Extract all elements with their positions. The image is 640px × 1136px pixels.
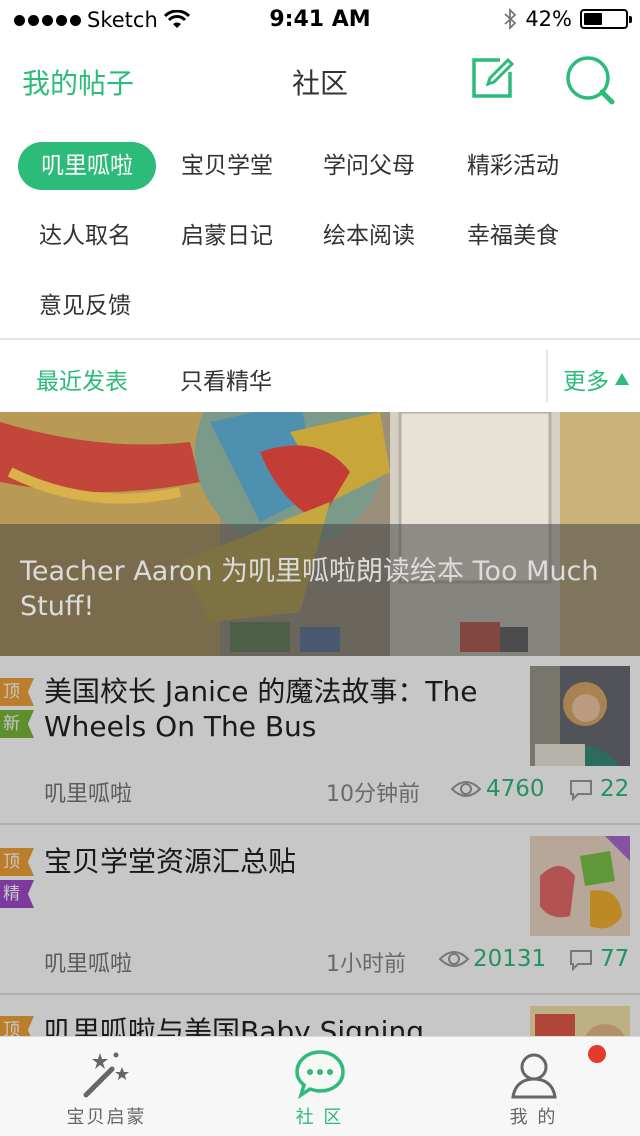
notification-dot bbox=[588, 1045, 606, 1063]
filter-featured[interactable]: 只看精华 bbox=[180, 362, 272, 396]
status-right: 42% bbox=[503, 7, 632, 31]
badge-pinned: 顶 bbox=[0, 848, 34, 876]
post-views: 20131 bbox=[473, 946, 547, 972]
nav-bar: 我的帖子 社区 bbox=[0, 40, 640, 122]
search-icon[interactable] bbox=[564, 54, 616, 106]
post-title: 叽里呱啦与美国Baby Signing bbox=[44, 1015, 424, 1036]
badge-featured: 精 bbox=[0, 880, 34, 908]
tag-diary[interactable]: 启蒙日记 bbox=[158, 212, 296, 260]
filter-bar: 最近发表 只看精华 更多 bbox=[0, 340, 640, 412]
tag-food[interactable]: 幸福美食 bbox=[444, 212, 582, 260]
post-thumbnail bbox=[530, 1006, 630, 1036]
compose-icon[interactable] bbox=[470, 54, 514, 100]
banner-caption: Teacher Aaron 为叽里呱啦朗读绘本 Too Much Stuff! bbox=[20, 556, 599, 622]
battery-percent: 42% bbox=[525, 7, 572, 31]
post-comments: 77 bbox=[600, 946, 630, 972]
post-time: 10分钟前 bbox=[326, 782, 420, 807]
badge-new: 新 bbox=[0, 710, 34, 738]
comments-icon bbox=[570, 950, 592, 972]
battery-icon bbox=[580, 9, 632, 29]
tag-baby-school[interactable]: 宝贝学堂 bbox=[158, 142, 296, 190]
post-thumbnail bbox=[530, 836, 630, 936]
views-icon bbox=[450, 781, 482, 797]
badge-pinned: 顶 bbox=[0, 1016, 34, 1036]
post-views: 4760 bbox=[486, 776, 545, 802]
tab-baby-enlightenment[interactable]: 宝贝启蒙 bbox=[0, 1037, 213, 1136]
filter-recent[interactable]: 最近发表 bbox=[36, 362, 128, 396]
tab-me[interactable]: 我 的 bbox=[427, 1037, 640, 1136]
post-title: 宝贝学堂资源汇总贴 bbox=[44, 845, 297, 878]
filter-separator bbox=[546, 350, 548, 402]
badge-pinned: 顶 bbox=[0, 678, 34, 706]
tag-picture-books[interactable]: 绘本阅读 bbox=[300, 212, 438, 260]
post-comments: 22 bbox=[600, 776, 630, 802]
post-author: 叽里呱啦 bbox=[44, 782, 133, 807]
triangle-up-icon bbox=[615, 373, 629, 385]
post-feed: 顶 新 美国校长 Janice 的魔法故事：The Wheels On The … bbox=[0, 656, 640, 1036]
post-author: 叽里呱啦 bbox=[44, 952, 133, 977]
row-divider bbox=[0, 993, 640, 995]
tag-jiliguala[interactable]: 叽里呱啦 bbox=[18, 142, 156, 190]
banner[interactable]: Teacher Aaron 为叽里呱啦朗读绘本 Too Much Stuff! bbox=[0, 412, 640, 656]
tag-activities[interactable]: 精彩活动 bbox=[444, 142, 582, 190]
bluetooth-icon bbox=[504, 8, 517, 30]
more-label: 更多 bbox=[563, 369, 609, 395]
post-item[interactable]: 顶 新 美国校长 Janice 的魔法故事：The Wheels On The … bbox=[0, 656, 640, 826]
post-time: 1小时前 bbox=[326, 952, 406, 977]
tab-label: 宝贝启蒙 bbox=[66, 1107, 147, 1128]
post-item[interactable]: 顶 精 宝贝学堂资源汇总贴 叽里呱啦 1小时前 20131 77 bbox=[0, 826, 640, 996]
tab-label: 社 区 bbox=[295, 1107, 344, 1128]
comments-icon bbox=[570, 780, 592, 802]
status-bar: Sketch 9:41 AM 42% bbox=[0, 0, 640, 40]
post-item[interactable]: 顶 叽里呱啦与美国Baby Signing bbox=[0, 996, 640, 1036]
post-thumbnail bbox=[530, 666, 630, 766]
tag-naming[interactable]: 达人取名 bbox=[16, 212, 154, 260]
tab-bar: 宝贝启蒙 社 区 我 的 bbox=[0, 1036, 640, 1136]
tab-label: 我 的 bbox=[509, 1107, 558, 1128]
chat-bubble-icon bbox=[294, 1050, 345, 1100]
more-button[interactable]: 更多 bbox=[563, 362, 629, 396]
views-icon bbox=[438, 951, 470, 967]
tab-community[interactable]: 社 区 bbox=[213, 1037, 426, 1136]
magic-wand-icon bbox=[83, 1052, 129, 1098]
user-icon bbox=[510, 1053, 557, 1099]
post-title: 美国校长 Janice 的魔法故事：The Wheels On The Bus bbox=[44, 675, 478, 743]
tag-parenting[interactable]: 学问父母 bbox=[300, 142, 438, 190]
tag-feedback[interactable]: 意见反馈 bbox=[16, 282, 154, 330]
row-divider bbox=[0, 823, 640, 825]
my-posts-link[interactable]: 我的帖子 bbox=[22, 62, 134, 102]
